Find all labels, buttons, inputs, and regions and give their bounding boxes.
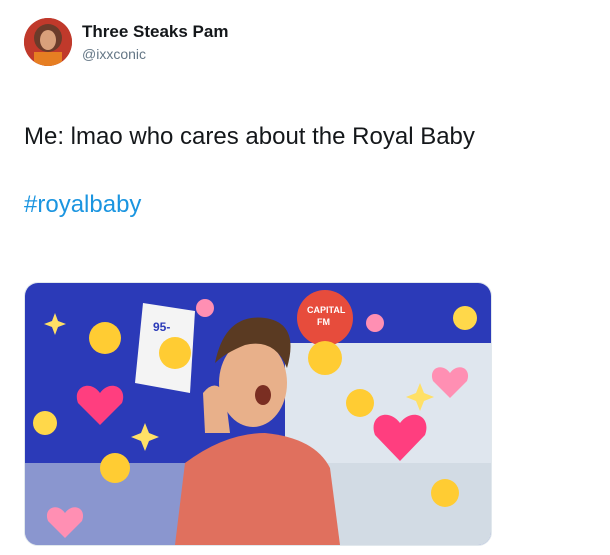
heart-eyes-icon: [346, 389, 374, 417]
moon-icon: [453, 306, 477, 330]
radio-sign-right: CAPITAL FM: [297, 290, 353, 346]
smiling-face-icon: [159, 337, 191, 369]
meme-image: 95- CAPITAL FM: [25, 283, 491, 545]
user-handle[interactable]: @ixxconic: [82, 46, 146, 62]
tweet-media[interactable]: 95- CAPITAL FM: [24, 282, 492, 546]
hashtag-link[interactable]: #royalbaby: [24, 188, 594, 222]
heart-icon: [366, 314, 384, 332]
smiling-face-icon: [100, 453, 130, 483]
sign-text-1: 95-: [153, 320, 170, 334]
heart-eyes-icon: [89, 322, 121, 354]
smiling-face-icon: [431, 479, 459, 507]
heart-icon: [196, 299, 214, 317]
heart-eyes-icon: [308, 341, 342, 375]
moon-icon: [33, 411, 57, 435]
display-name[interactable]: Three Steaks Pam: [82, 22, 228, 42]
tweet-header: Three Steaks Pam @ixxconic: [24, 18, 424, 68]
sign-text-3: FM: [317, 317, 330, 327]
tweet-line-1: Me: lmao who cares about the Royal Baby: [24, 123, 475, 150]
sign-text-2: CAPITAL: [307, 305, 346, 315]
avatar-photo-icon: [24, 18, 72, 66]
avatar[interactable]: [24, 18, 72, 66]
